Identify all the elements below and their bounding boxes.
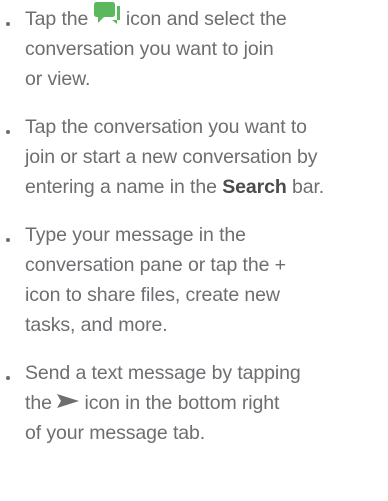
instruction-line: join or start a new conversation by: [25, 146, 318, 168]
chat-bubbles-icon: [93, 2, 121, 33]
instruction-line: Send a text message by tapping: [25, 362, 301, 384]
instruction-line: Tap the conversation you want to: [25, 116, 307, 138]
instruction-line: icon to share files, create new: [25, 284, 280, 306]
instruction-line: entering a name in the Search bar.: [25, 176, 325, 198]
bullet-dot: [6, 238, 10, 242]
instruction-line: conversation you want to join: [25, 38, 274, 60]
instruction-line: or view.: [25, 68, 91, 90]
bullet-dot: [6, 130, 10, 134]
instruction-line: the icon in the bottom right: [25, 388, 279, 419]
instruction-list: Tap the icon and select the conversation…: [0, 0, 388, 501]
instruction-line: tasks, and more.: [25, 314, 168, 336]
bullet-dot: [6, 376, 10, 380]
instruction-line: of your message tab.: [25, 422, 206, 444]
send-arrow-icon: [57, 387, 80, 417]
search-bar-label: Search: [222, 176, 287, 198]
instruction-line: Tap the icon and select the: [25, 2, 287, 35]
instruction-line: conversation pane or tap the +: [25, 254, 286, 276]
instruction-line: Type your message in the: [25, 224, 246, 246]
bullet-dot: [6, 22, 10, 26]
